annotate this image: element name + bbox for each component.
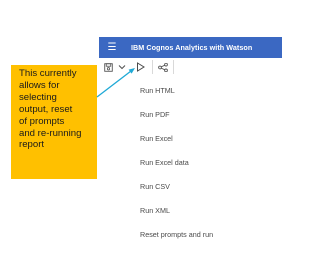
callout-arrow-line — [96, 70, 132, 98]
callout-arrow — [96, 68, 135, 98]
